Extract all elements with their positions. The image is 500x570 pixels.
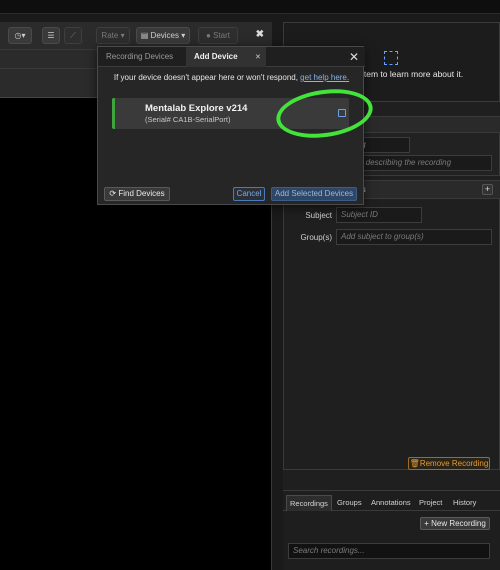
list-icon: ☰ [47,31,55,40]
chevron-down-icon: ▾ [21,31,26,40]
graph-view-button[interactable]: ⟋ [64,27,82,44]
device-serial: (Serial# CA1B-SerialPort) [145,115,231,124]
close-tab-icon[interactable]: ✕ [255,53,261,61]
trash-icon: 🗑 [409,459,420,468]
plus-icon: + [484,184,491,194]
tab-recording-devices[interactable]: Recording Devices [98,47,186,67]
help-message: If your device doesn't appear here or wo… [98,73,365,82]
recordings-tabs: Recordings Groups Annotations Project Hi… [283,495,500,511]
tab-recordings[interactable]: Recordings [286,495,332,511]
devices-label: Devices [150,31,179,40]
subjects-section: is + Subject Subject ID Group(s) Add sub… [283,180,500,470]
subject-id-field[interactable]: Subject ID [336,207,422,223]
list-view-button[interactable]: ☰ [42,27,60,44]
tab-groups[interactable]: Groups [334,495,365,511]
chart-icon: ⟋ [70,31,76,40]
dialog-tabs: Recording Devices Add Device ✕ ✕ [98,47,365,67]
recording-tags-field[interactable]: gs describing the recording [350,155,492,171]
find-devices-label: Find Devices [118,189,165,198]
cancel-button[interactable]: Cancel [233,187,265,201]
title-strip [0,0,500,14]
remove-recording-label: Remove Recording [419,459,489,468]
record-icon: ● [206,31,211,40]
dialog-footer: ⟳ Find Devices Cancel Add Selected Devic… [98,182,365,206]
tab-annotations[interactable]: Annotations [368,495,414,511]
help-link[interactable]: get help here. [300,73,349,82]
subject-label: Subject [305,211,332,220]
highlight-annotation [273,83,376,144]
recordings-panel: Recordings Groups Annotations Project Hi… [283,490,500,570]
devices-dropdown[interactable]: ▤ Devices ▾ [136,27,190,44]
remove-recording-button[interactable]: 🗑Remove Recording [408,457,490,470]
add-selected-devices-button[interactable]: Add Selected Devices [271,187,357,201]
close-panel-icon[interactable]: ✖ [256,29,264,40]
rate-label: Rate [101,31,119,40]
groups-label: Group(s) [300,233,332,242]
find-devices-button[interactable]: ⟳ Find Devices [104,187,170,201]
chevron-down-icon: ▾ [181,31,186,40]
tab-add-device[interactable]: Add Device [186,47,266,67]
rate-dropdown[interactable]: Rate ▾ [96,27,130,44]
refresh-icon: ⟳ [109,189,117,198]
device-name: Mentalab Explore v214 [145,103,248,114]
tab-history[interactable]: History [450,495,479,511]
groups-field[interactable]: Add subject to group(s) [336,229,492,245]
start-label: Start [213,31,230,40]
help-message-text: If your device doesn't appear here or wo… [113,73,301,82]
app-window: ◷▾ ☰ ⟋ Rate ▾ ▤ Devices ▾ ● Start ✖ ver … [0,0,500,570]
add-subject-button[interactable]: + [482,184,493,195]
timer-dropdown-button[interactable]: ◷▾ [8,27,32,44]
close-dialog-icon[interactable]: ✕ [349,50,359,64]
search-recordings-input[interactable]: Search recordings... [288,543,490,559]
tab-project[interactable]: Project [416,495,445,511]
new-recording-button[interactable]: + New Recording [420,517,490,530]
start-button[interactable]: ● Start [198,27,238,44]
devices-icon: ▤ [140,31,149,40]
add-device-dialog: Recording Devices Add Device ✕ ✕ If your… [97,46,376,206]
pointer-icon [384,51,398,65]
chevron-down-icon: ▾ [120,31,125,40]
